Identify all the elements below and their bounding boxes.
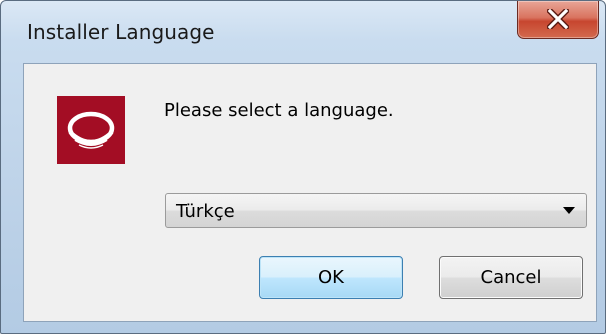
language-select[interactable]: Türkçe bbox=[165, 193, 587, 228]
language-select-value: Türkçe bbox=[176, 201, 235, 222]
ok-button[interactable]: OK bbox=[259, 256, 403, 299]
select-language-prompt: Please select a language. bbox=[164, 100, 394, 121]
close-icon bbox=[518, 5, 598, 33]
window-title: Installer Language bbox=[27, 20, 215, 44]
installer-language-window: Installer Language Please select a langu… bbox=[0, 0, 606, 334]
installer-logo-icon bbox=[57, 96, 125, 164]
cancel-button[interactable]: Cancel bbox=[439, 256, 583, 299]
dialog-content: Please select a language. Türkçe OK Canc… bbox=[23, 63, 597, 322]
title-bar[interactable]: Installer Language bbox=[1, 1, 605, 63]
close-button[interactable] bbox=[517, 1, 599, 39]
chevron-down-icon bbox=[563, 207, 575, 214]
